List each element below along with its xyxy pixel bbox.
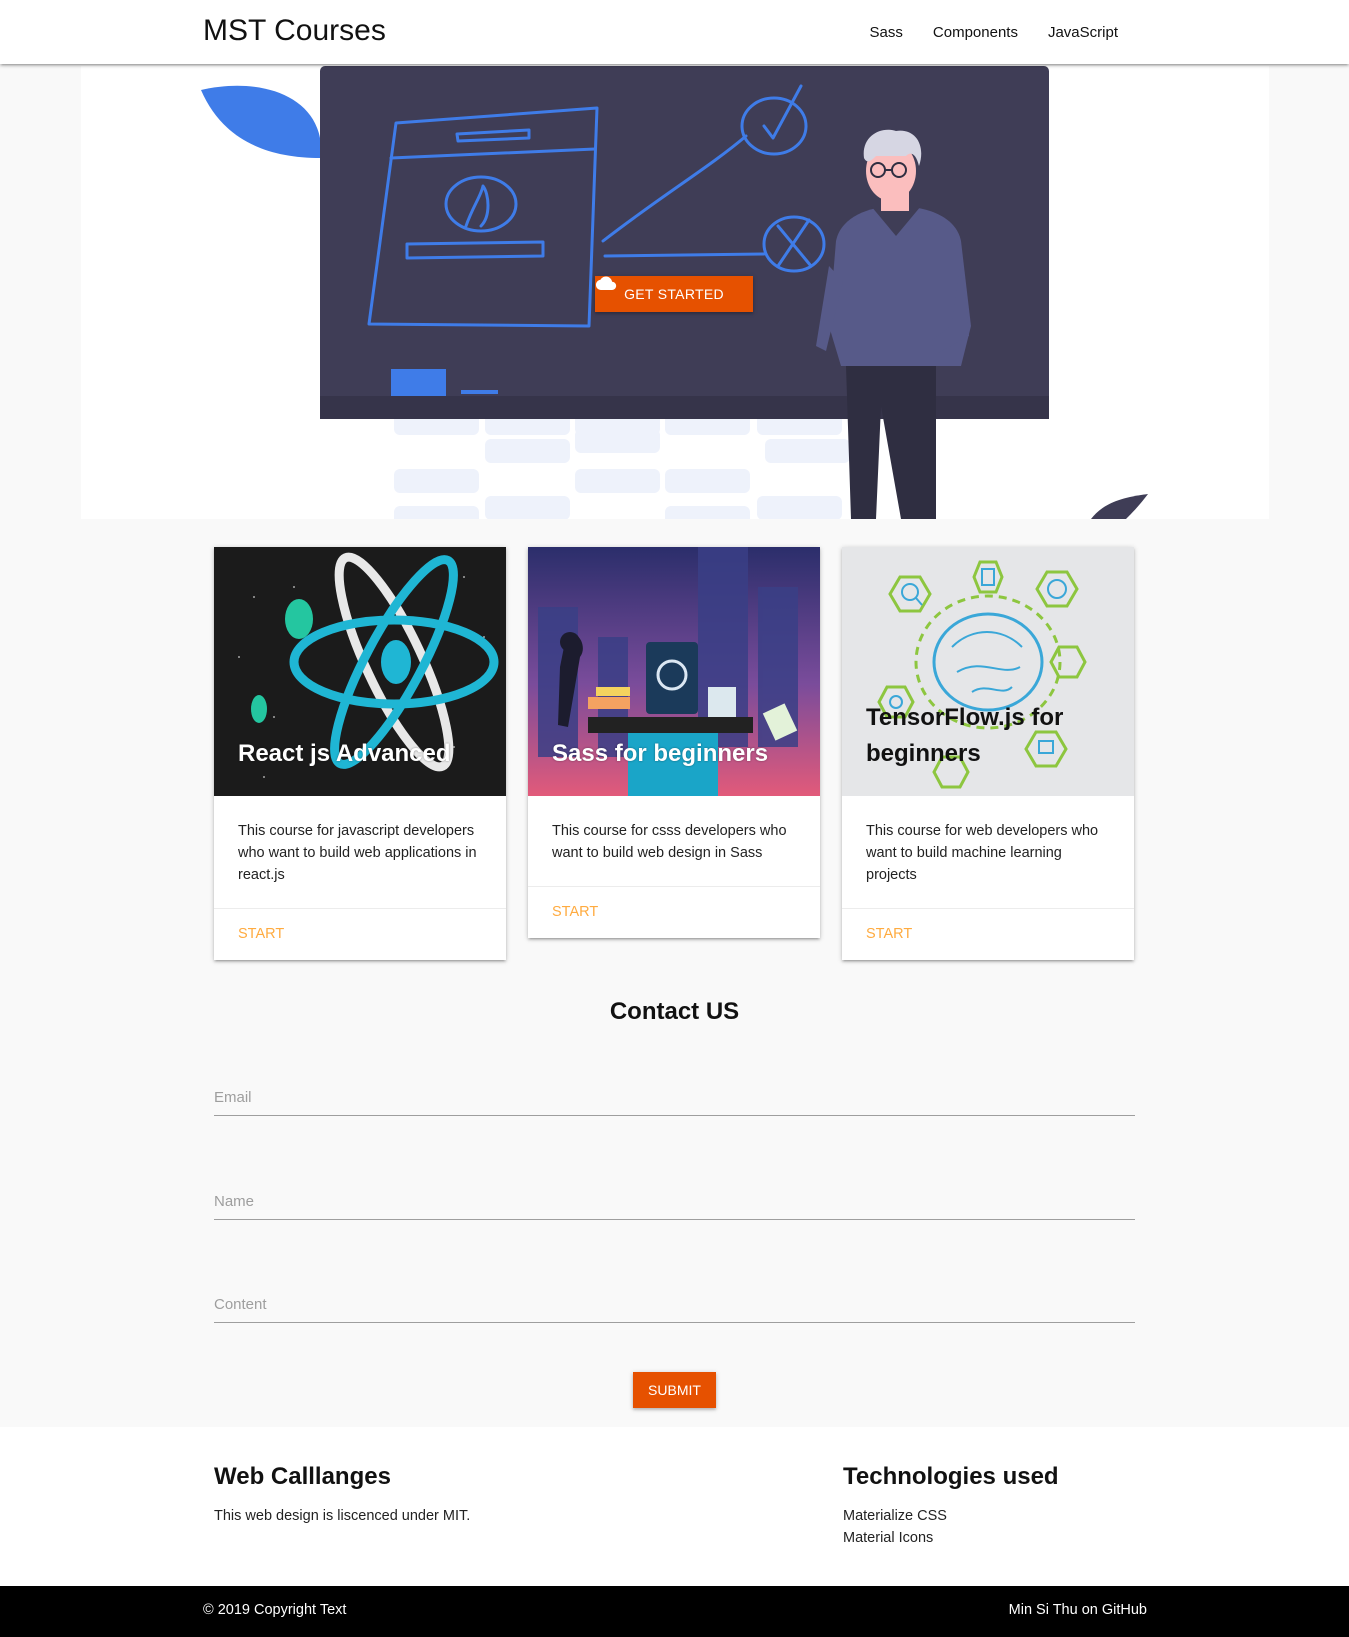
footer-about-heading: Web Calllanges xyxy=(214,1463,391,1490)
start-button-sass[interactable]: START xyxy=(552,904,598,920)
name-field-wrapper xyxy=(214,1174,1135,1220)
content-input[interactable] xyxy=(214,1277,1135,1322)
course-card-react: React js Advanced This course for javasc… xyxy=(214,547,506,960)
card-title-react: React js Advanced xyxy=(238,740,451,767)
footer-copyright-bar: © 2019 Copyright Text Min Si Thu on GitH… xyxy=(0,1586,1349,1637)
navbar: MST Courses Sass Components JavaScript xyxy=(0,0,1349,64)
card-description-sass: This course for csss developers who want… xyxy=(552,823,787,861)
footer-about: Web Calllanges This web design is liscen… xyxy=(214,1463,470,1527)
card-image-tensorflow: TensorFlow.js for beginners xyxy=(842,547,1134,796)
nav-link-sass[interactable]: Sass xyxy=(855,24,918,41)
card-action-tensorflow: START xyxy=(842,908,1134,960)
copyright-text: © 2019 Copyright Text xyxy=(203,1602,347,1618)
footer-tech-heading: Technologies used xyxy=(843,1463,1059,1490)
card-description-react: This course for javascript developers wh… xyxy=(238,823,477,883)
footer-technologies: Technologies used Materialize CSS Materi… xyxy=(843,1463,1059,1549)
get-started-label: GET STARTED xyxy=(624,286,724,302)
card-image-react: React js Advanced xyxy=(214,547,506,796)
brand-logo[interactable]: MST Courses xyxy=(203,14,386,48)
course-card-sass: Sass for beginners This course for csss … xyxy=(528,547,820,938)
nav-link-components[interactable]: Components xyxy=(918,24,1033,41)
contact-title: Contact US xyxy=(609,998,740,1025)
course-card-tensorflow: TensorFlow.js for beginners This course … xyxy=(842,547,1134,960)
page-footer: Web Calllanges This web design is liscen… xyxy=(0,1427,1349,1586)
content-field-wrapper xyxy=(214,1277,1135,1323)
tech-link-material-icons[interactable]: Material Icons xyxy=(843,1527,1059,1549)
tech-link-materialize[interactable]: Materialize CSS xyxy=(843,1505,1059,1527)
email-input[interactable] xyxy=(214,1070,1135,1115)
course-cards: React js Advanced This course for javasc… xyxy=(214,547,1135,960)
footer-license-text: This web design is liscenced under MIT. xyxy=(214,1508,471,1524)
github-link[interactable]: Min Si Thu on GitHub xyxy=(1009,1602,1147,1618)
card-title-sass: Sass for beginners xyxy=(552,740,769,767)
card-title-tensorflow: TensorFlow.js for beginners xyxy=(866,704,1064,767)
nav-links: Sass Components JavaScript xyxy=(855,0,1133,64)
card-description-tensorflow: This course for web developers who want … xyxy=(866,823,1099,883)
card-image-sass: Sass for beginners xyxy=(528,547,820,796)
name-input[interactable] xyxy=(214,1174,1135,1219)
get-started-button[interactable]: GET STARTED xyxy=(595,276,753,312)
start-button-tensorflow[interactable]: START xyxy=(866,926,912,942)
leaf-shape xyxy=(201,85,322,158)
cloud-icon xyxy=(595,276,617,290)
card-action-react: START xyxy=(214,908,506,960)
email-field-wrapper xyxy=(214,1070,1135,1116)
floor-tiles xyxy=(394,411,850,519)
submit-button[interactable]: SUBMIT xyxy=(633,1372,716,1408)
card-action-sass: START xyxy=(528,886,820,938)
hero-banner: GET STARTED xyxy=(81,66,1269,519)
start-button-react[interactable]: START xyxy=(238,926,284,942)
nav-link-javascript[interactable]: JavaScript xyxy=(1033,24,1133,41)
